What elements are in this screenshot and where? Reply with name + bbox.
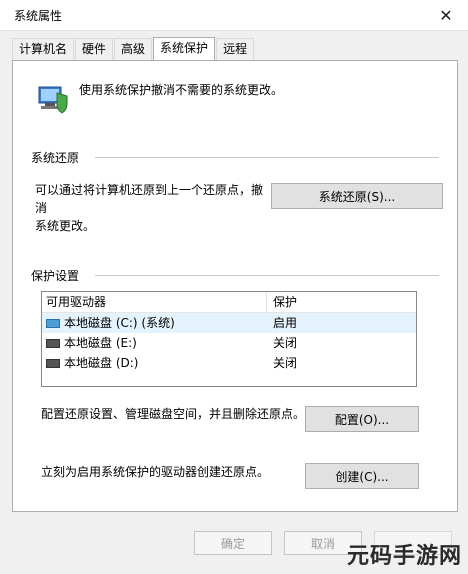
create-button[interactable]: 创建(C)...: [305, 463, 419, 489]
drive-status: 关闭: [273, 336, 298, 350]
system-restore-button[interactable]: 系统还原(S)...: [271, 183, 443, 209]
restore-description: 可以通过将计算机还原到上一个还原点，撤消 系统更改。: [35, 181, 265, 235]
column-header-protection[interactable]: 保护: [267, 292, 297, 312]
drive-name: 本地磁盘 (E:): [64, 336, 137, 350]
restore-desc-line1: 可以通过将计算机还原到上一个还原点，撤消: [35, 183, 264, 215]
configure-description: 配置还原设置、管理磁盘空间，并且删除还原点。: [41, 407, 306, 421]
tab-computer-name[interactable]: 计算机名: [12, 38, 75, 60]
drive-list[interactable]: 可用驱动器 保护 本地磁盘 (C:) (系统) 启用 本地磁盘 (E:) 关闭 …: [41, 291, 417, 387]
column-header-drive[interactable]: 可用驱动器: [42, 292, 267, 312]
system-protection-icon: [38, 86, 68, 114]
drive-icon: [46, 319, 60, 328]
intro-text: 使用系统保护撤消不需要的系统更改。: [79, 83, 284, 97]
tab-remote[interactable]: 远程: [216, 38, 255, 60]
title-bar: 系统属性 ✕: [0, 0, 468, 31]
watermark-logo: 元码手游网: [346, 544, 462, 569]
drive-icon: [46, 359, 60, 368]
drive-row[interactable]: 本地磁盘 (C:) (系统) 启用: [42, 313, 416, 333]
create-description: 立刻为启用系统保护的驱动器创建还原点。: [41, 465, 270, 479]
drive-status: 启用: [273, 316, 298, 330]
ok-button[interactable]: 确定: [194, 531, 272, 555]
restore-section-heading: 系统还原: [31, 149, 439, 166]
divider: [95, 275, 439, 276]
divider: [95, 157, 439, 158]
drive-name: 本地磁盘 (D:): [64, 356, 139, 370]
drive-row[interactable]: 本地磁盘 (E:) 关闭: [42, 333, 416, 353]
close-icon[interactable]: ✕: [430, 0, 462, 30]
tab-strip: 计算机名 硬件 高级 系统保护 远程: [12, 37, 255, 61]
protection-heading: 保护设置: [31, 269, 80, 283]
drive-row[interactable]: 本地磁盘 (D:) 关闭: [42, 353, 416, 373]
protection-section-heading: 保护设置: [31, 267, 439, 284]
tab-hardware[interactable]: 硬件: [75, 38, 114, 60]
tab-system-protection[interactable]: 系统保护: [153, 37, 216, 61]
restore-desc-line2: 系统更改。: [35, 219, 96, 233]
restore-heading: 系统还原: [31, 151, 80, 165]
window-title: 系统属性: [14, 9, 63, 23]
drive-icon: [46, 339, 60, 348]
tab-advanced[interactable]: 高级: [114, 38, 153, 60]
drive-status: 关闭: [273, 356, 298, 370]
drive-name: 本地磁盘 (C:) (系统): [64, 316, 175, 330]
list-header: 可用驱动器 保护: [42, 292, 416, 313]
configure-button[interactable]: 配置(O)...: [305, 406, 419, 432]
tab-panel: 使用系统保护撤消不需要的系统更改。 系统还原 可以通过将计算机还原到上一个还原点…: [12, 60, 458, 512]
